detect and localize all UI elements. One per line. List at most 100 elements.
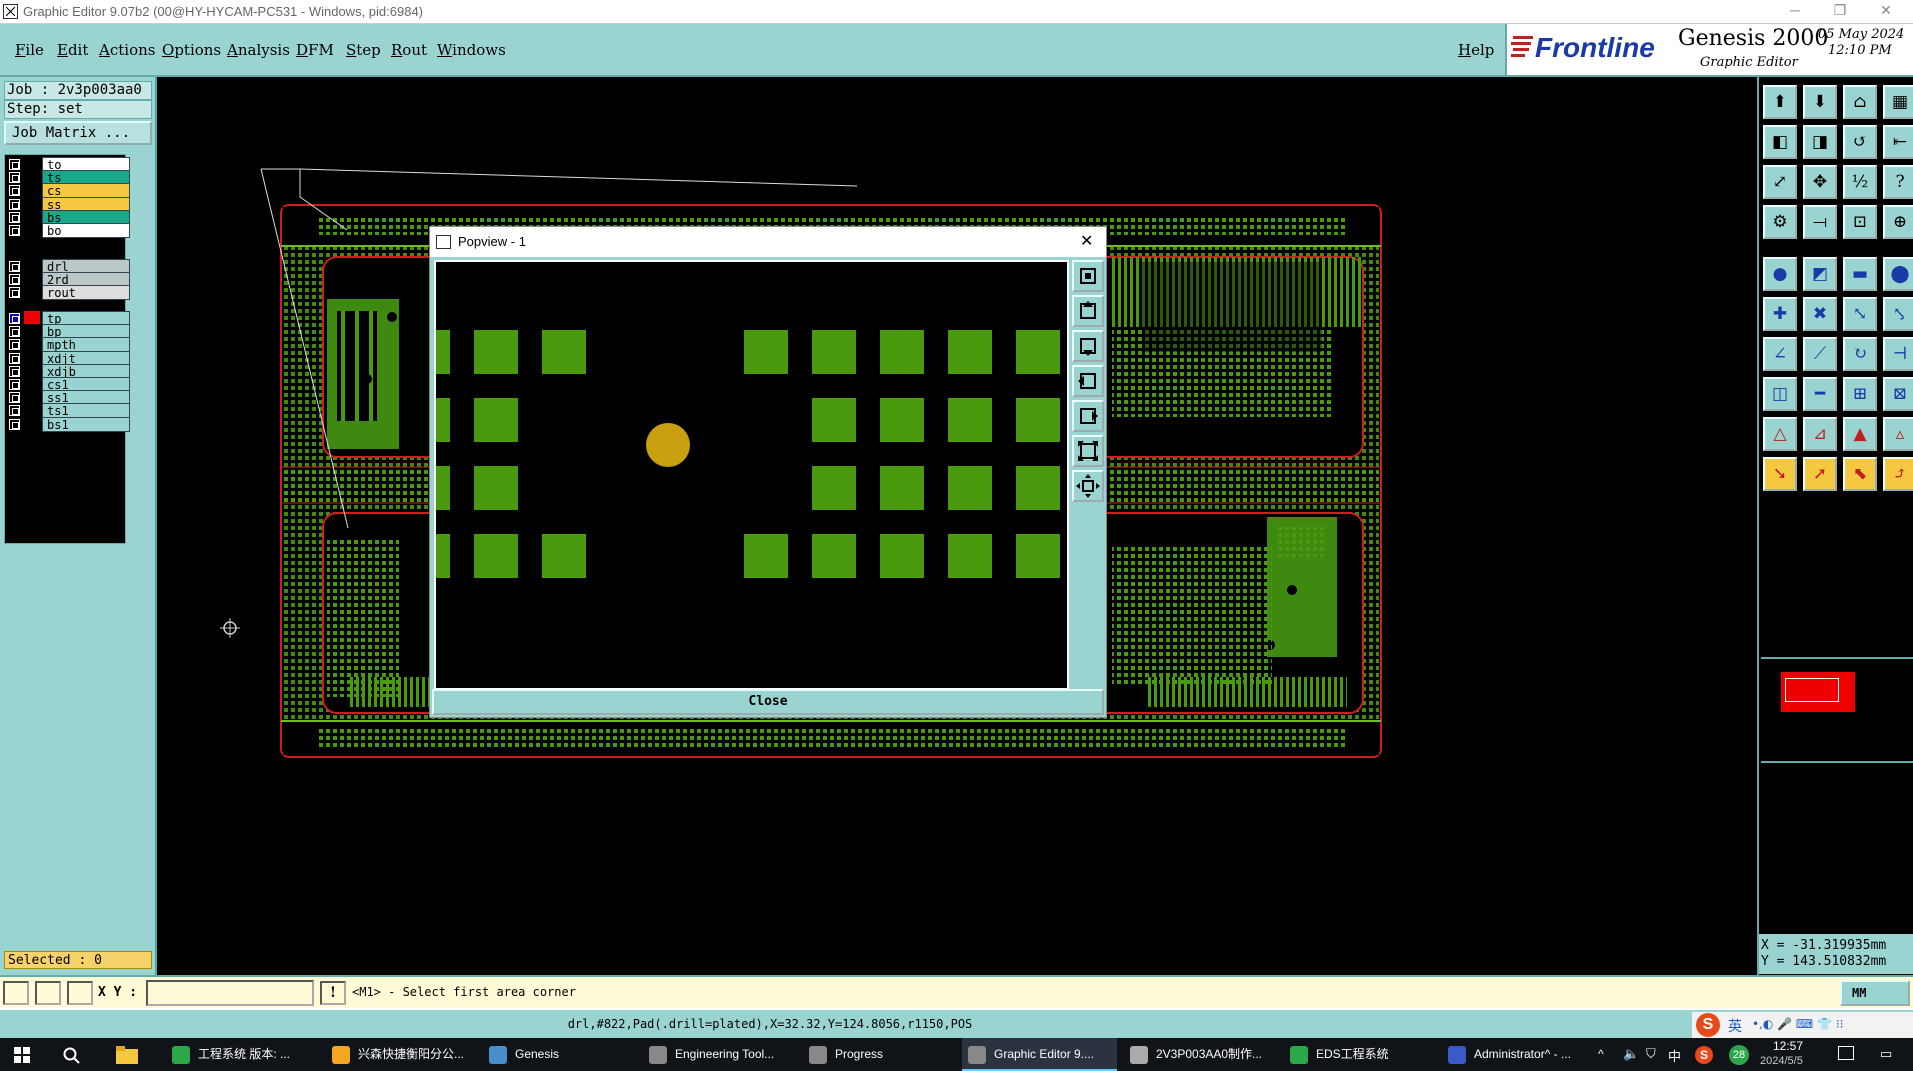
move-tool-button[interactable]: ✚: [1763, 297, 1797, 331]
popview-pan-left-button[interactable]: [1072, 365, 1104, 397]
layer-checkbox[interactable]: [9, 313, 20, 324]
menu-edit[interactable]: Edit: [57, 41, 88, 59]
layer-checkbox[interactable]: [9, 365, 20, 377]
scale-1-2-tool-button[interactable]: ½: [1843, 165, 1877, 199]
layer-checkbox[interactable]: [9, 172, 20, 184]
popview-zoom-home-button[interactable]: [1072, 260, 1104, 292]
layer-color-swatch[interactable]: [24, 416, 40, 432]
union-tool-button[interactable]: ⊠: [1883, 377, 1913, 411]
connect-tool-button[interactable]: ⤣: [1883, 297, 1913, 331]
layer-checkbox[interactable]: [9, 352, 20, 364]
action-center-icon[interactable]: [1838, 1046, 1854, 1060]
center-view-tool-button[interactable]: ✥: [1803, 165, 1837, 199]
file-explorer-icon[interactable]: [116, 1046, 138, 1064]
clip-area-tool-button[interactable]: ◩: [1803, 257, 1837, 291]
rotate-tool-button[interactable]: ↻: [1843, 337, 1877, 371]
zoom-in-box-tool-button[interactable]: ⬇: [1803, 85, 1837, 119]
triangle-b-tool-button[interactable]: ⊿: [1803, 417, 1837, 451]
popview-pan-down-button[interactable]: [1072, 330, 1104, 362]
layer-checkbox[interactable]: [9, 326, 20, 338]
arc-edit-tool-button[interactable]: ⟋: [1803, 337, 1837, 371]
sogou-ime-icon[interactable]: S: [1696, 1013, 1720, 1037]
grid-mode-icon[interactable]: [67, 981, 93, 1005]
volume-icon[interactable]: 🔈: [1623, 1046, 1639, 1062]
step-up-tool-button[interactable]: ⇤: [1883, 125, 1913, 159]
undo-zoom-tool-button[interactable]: ↺: [1843, 125, 1877, 159]
taskbar-item[interactable]: Engineering Tool...: [643, 1038, 798, 1071]
layer-color-swatch[interactable]: [24, 285, 40, 301]
select-box-tool-button[interactable]: ➚: [1803, 457, 1837, 491]
taskbar-item[interactable]: Progress: [803, 1038, 958, 1071]
tray-language-indicator[interactable]: 中: [1668, 1046, 1681, 1065]
sogou-tray-icon[interactable]: S: [1695, 1046, 1713, 1064]
measure-mode-icon[interactable]: [35, 981, 61, 1005]
search-icon[interactable]: [63, 1047, 81, 1065]
select-net-tool-button[interactable]: ⤴: [1883, 457, 1913, 491]
zoom-home-tool-button[interactable]: ⬆: [1763, 85, 1797, 119]
xy-input[interactable]: [146, 980, 314, 1006]
snap-tool-button[interactable]: ⊡: [1843, 205, 1877, 239]
layer-checkbox[interactable]: [9, 274, 20, 286]
layer-name[interactable]: bs1: [42, 416, 130, 432]
windows-start-icon[interactable]: [14, 1047, 30, 1063]
triangle-a-tool-button[interactable]: △: [1763, 417, 1797, 451]
fit-view-tool-button[interactable]: ⤢: [1763, 165, 1797, 199]
layer-checkbox[interactable]: [9, 287, 20, 299]
menu-options[interactable]: Options: [162, 41, 221, 59]
popview-close-icon[interactable]: ✕: [1080, 231, 1093, 251]
taskbar-item[interactable]: 2V3P003AA0制作...: [1124, 1038, 1279, 1071]
ime-toolbar[interactable]: S 英 •,◐ 🎤 ⌨ 👕 ⁝⁝: [1692, 1012, 1913, 1038]
shield-icon[interactable]: ⛉: [1646, 1046, 1656, 1062]
taskbar-item[interactable]: 工程系统 版本: ...: [166, 1038, 321, 1071]
layer-row-rout[interactable]: rout: [7, 285, 130, 301]
select-area-tool-button[interactable]: ⬉: [1843, 457, 1877, 491]
maximize-button[interactable]: ❐: [1820, 2, 1860, 22]
triangle-c-tool-button[interactable]: ▲: [1843, 417, 1877, 451]
taskbar-item[interactable]: Administrator^ - ...: [1442, 1038, 1597, 1071]
popview-zoom-out-button[interactable]: [1072, 470, 1104, 502]
layer-checkbox[interactable]: [9, 392, 20, 404]
close-window-button[interactable]: ✕: [1866, 2, 1906, 22]
layer-checkbox[interactable]: [9, 211, 20, 223]
layer-checkbox[interactable]: [9, 185, 20, 197]
popview-canvas[interactable]: [434, 260, 1069, 690]
menu-rout[interactable]: Rout: [391, 41, 427, 59]
taskbar-item[interactable]: Genesis: [483, 1038, 638, 1071]
layer-row-bo[interactable]: bo: [7, 223, 130, 238]
layer-props-tool-button[interactable]: ⚙: [1763, 205, 1797, 239]
clock-time[interactable]: 12:57: [1773, 1039, 1803, 1053]
layer-row-bs1[interactable]: bs1: [7, 416, 130, 432]
layer-name[interactable]: bo: [42, 223, 130, 238]
snap-mode-icon[interactable]: [3, 981, 29, 1005]
menu-file[interactable]: File: [15, 41, 44, 59]
taskbar-item[interactable]: Graphic Editor 9....: [962, 1038, 1117, 1071]
select-pointer-tool-button[interactable]: ➘: [1763, 457, 1797, 491]
notification-count-badge[interactable]: 28: [1729, 1045, 1749, 1065]
measure-tool-button[interactable]: ⟞: [1803, 205, 1837, 239]
add-pad-tool-button[interactable]: ⬤: [1883, 257, 1913, 291]
layer-checkbox[interactable]: [9, 339, 20, 351]
units-mode-button[interactable]: MM: [1840, 980, 1910, 1006]
add-polygon-tool-button[interactable]: ◫: [1763, 377, 1797, 411]
popview-title-bar[interactable]: Popview - 1 ✕: [430, 227, 1106, 257]
window-split-tool-button[interactable]: ▦: [1883, 85, 1913, 119]
info-icon[interactable]: !: [320, 981, 346, 1005]
minimize-button[interactable]: ─: [1775, 2, 1815, 22]
popview-zoom-in-button[interactable]: [1072, 435, 1104, 467]
layer-color-swatch[interactable]: [24, 223, 40, 238]
add-line-tool-button[interactable]: ▬: [1843, 257, 1877, 291]
menu-actions[interactable]: Actions: [99, 41, 155, 59]
triangle-d-tool-button[interactable]: ▵: [1883, 417, 1913, 451]
mirror-tool-button[interactable]: ⤡: [1843, 297, 1877, 331]
ime-language-indicator[interactable]: 英: [1728, 1016, 1742, 1036]
menu-step[interactable]: Step: [346, 41, 381, 59]
pan-left-tool-button[interactable]: ◧: [1763, 125, 1797, 159]
menu-help[interactable]: Help: [1458, 41, 1494, 59]
line-edit-tool-button[interactable]: ∠: [1763, 337, 1797, 371]
layer-checkbox[interactable]: [9, 261, 20, 272]
show-desktop-icon[interactable]: ▭: [1880, 1046, 1892, 1062]
popview-pan-right-button[interactable]: [1072, 400, 1104, 432]
layer-checkbox[interactable]: [9, 198, 20, 210]
ime-tools-icons[interactable]: •,◐ 🎤 ⌨ 👕 ⁝⁝: [1752, 1017, 1843, 1031]
layer-checkbox[interactable]: [9, 225, 20, 236]
